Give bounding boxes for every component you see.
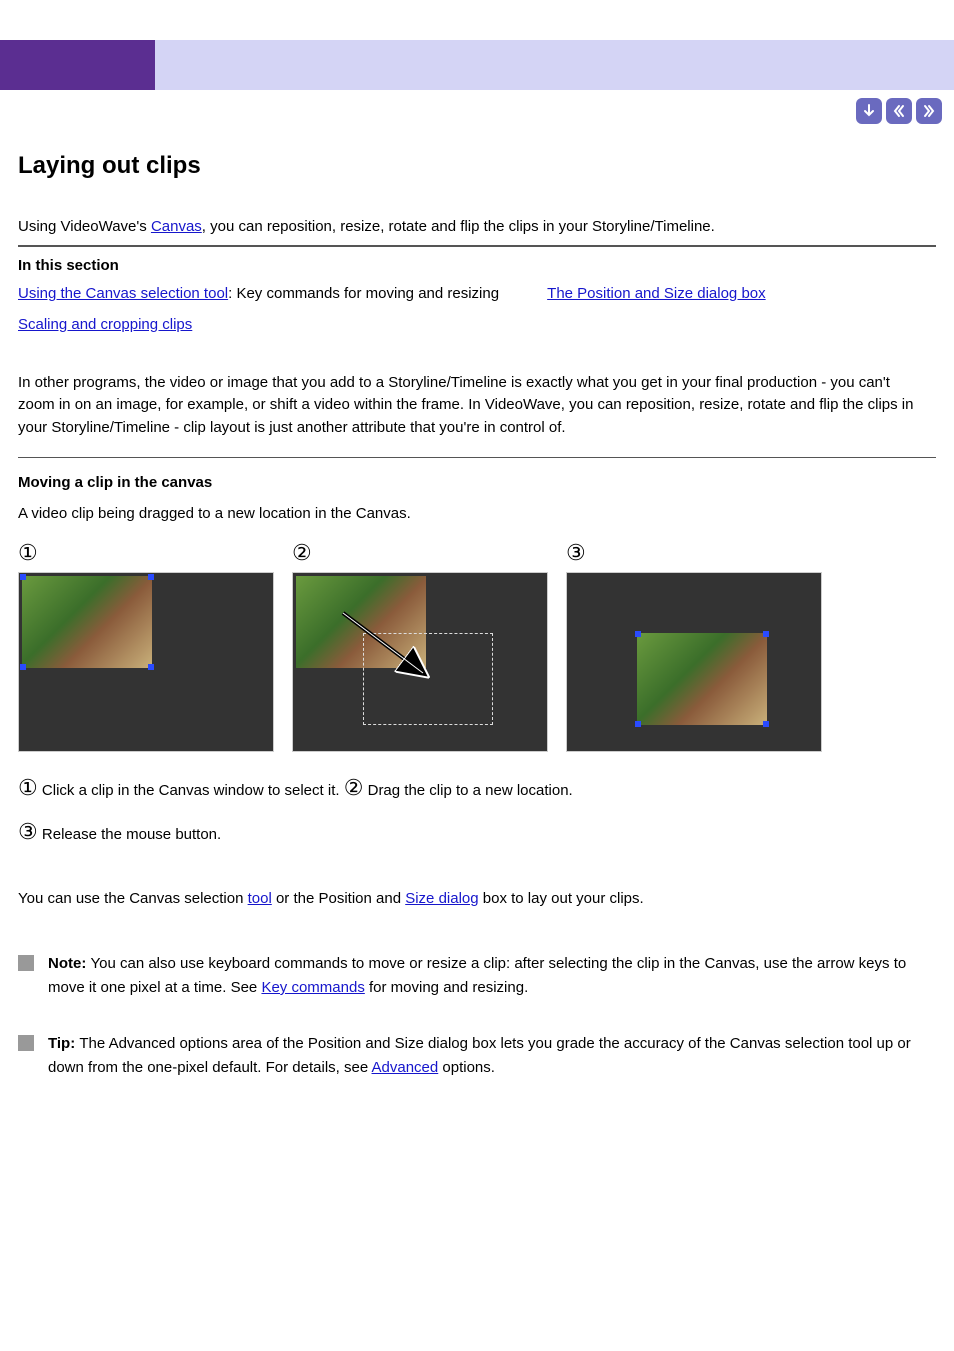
prev-page-icon[interactable] — [886, 98, 912, 124]
intro-text: Using VideoWave's Canvas, you can reposi… — [18, 216, 936, 239]
thumbnail-1 — [18, 572, 274, 752]
cap2-num-icon: ② — [344, 775, 364, 800]
size-dialog-link[interactable]: Size dialog — [405, 890, 478, 907]
note-title: Note: — [48, 955, 91, 972]
divider-top — [18, 245, 936, 247]
canvas-note: You can use the Canvas selection tool or… — [18, 884, 936, 914]
cap1-num-icon: ① — [18, 775, 38, 800]
label-1-icon: ① — [18, 540, 38, 566]
moving-title: Moving a clip in the canvas — [18, 474, 936, 491]
link-scale-crop[interactable]: Scaling and cropping clips — [18, 311, 192, 338]
image-row: ① ② ③ — [18, 540, 936, 752]
section-label: In this section — [18, 257, 936, 274]
cap1-text: Click a clip in the Canvas window to sel… — [38, 782, 344, 799]
image-col-1: ① — [18, 540, 274, 752]
divider-mid — [18, 457, 936, 458]
intro-suffix: , you can reposition, resize, rotate and… — [202, 218, 715, 235]
scroll-down-icon[interactable] — [856, 98, 882, 124]
intro-prefix: Using VideoWave's — [18, 218, 151, 235]
thumbnail-3 — [566, 572, 822, 752]
cap2-text: Drag the clip to a new location. — [363, 782, 572, 799]
note-block: Note: You can also use keyboard commands… — [18, 952, 936, 1000]
cap3-text: Release the mouse button. — [38, 826, 221, 843]
tool-link[interactable]: tool — [248, 890, 272, 907]
canvas-note-mid: or the Position and — [272, 890, 405, 907]
canvas-note-prefix: You can use the Canvas selection — [18, 890, 248, 907]
bullet-icon — [18, 955, 34, 971]
note-after: for moving and resizing. — [365, 979, 528, 996]
tip-title: Tip: — [48, 1035, 79, 1052]
label-2-icon: ② — [292, 540, 312, 566]
next-page-icon[interactable] — [916, 98, 942, 124]
advanced-link[interactable]: Advanced — [372, 1059, 439, 1076]
nav-icon-row — [0, 98, 954, 124]
image-col-2: ② — [292, 540, 548, 752]
moving-desc: A video clip being dragged to a new loca… — [18, 505, 936, 522]
image-col-3: ③ — [566, 540, 822, 752]
body-paragraph-1: In other programs, the video or image th… — [18, 372, 918, 440]
canvas-link[interactable]: Canvas — [151, 218, 202, 235]
page-title: Laying out clips — [18, 152, 936, 180]
link-row: Using the Canvas selection tool: Key com… — [18, 280, 936, 338]
caption-line: ① Click a clip in the Canvas window to s… — [18, 766, 936, 854]
page-header — [0, 40, 954, 90]
bullet-icon — [18, 1035, 34, 1051]
label-3-icon: ③ — [566, 540, 586, 566]
key-cmd-suffix: : Key commands for moving and resizing — [228, 285, 499, 302]
cap3-num-icon: ③ — [18, 819, 38, 844]
tip-after: options. — [438, 1059, 495, 1076]
tip-block: Tip: The Advanced options area of the Po… — [18, 1032, 936, 1080]
canvas-note-suffix: box to lay out your clips. — [479, 890, 644, 907]
link-using-tool[interactable]: Using the Canvas selection tool — [18, 285, 228, 302]
thumbnail-2 — [292, 572, 548, 752]
link-dialog[interactable]: The Position and Size dialog box — [547, 285, 765, 302]
header-right-block — [155, 40, 954, 90]
key-commands-link[interactable]: Key commands — [261, 979, 364, 996]
header-left-block — [0, 40, 155, 90]
